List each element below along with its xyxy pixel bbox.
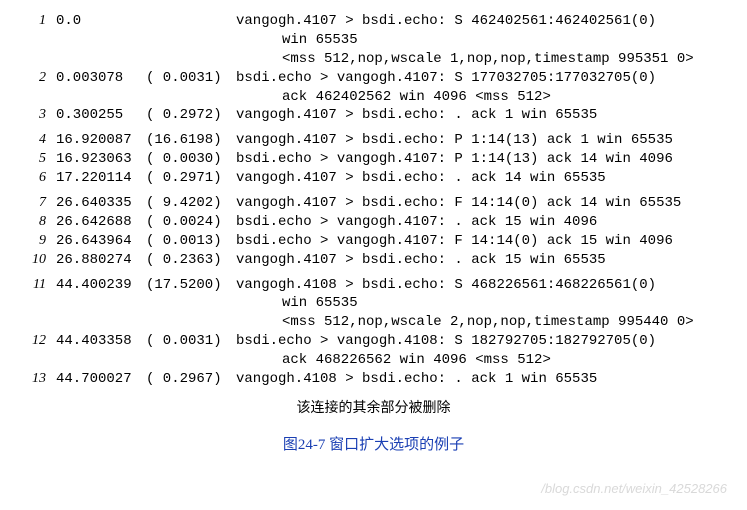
timestamp: 16.920087 [46,131,146,150]
note-text: 该连接的其余部分被删除 [20,397,727,417]
packet-text-cont: win 65535 [236,31,727,50]
packet-text-cont: ack 462402562 win 4096 <mss 512> [236,88,727,107]
trace-row: 516.923063( 0.0030)bsdi.echo > vangogh.4… [20,150,727,169]
delta-time: ( 0.2972) [146,106,236,125]
line-number: 3 [20,106,46,125]
line-number: 7 [20,194,46,213]
timestamp: 44.400239 [46,276,146,295]
trace-row: 826.642688( 0.0024)bsdi.echo > vangogh.4… [20,213,727,232]
delta-time: ( 9.4202) [146,194,236,213]
timestamp: 26.640335 [46,194,146,213]
delta-time: ( 0.2363) [146,251,236,270]
trace-row: 10.0 vangogh.4107 > bsdi.echo: S 46240256… [20,12,727,31]
packet-text: vangogh.4107 > bsdi.echo: F 14:14(0) ack… [236,194,727,213]
line-number: 12 [20,332,46,351]
delta-time: ( 0.0013) [146,232,236,251]
line-number: 4 [20,131,46,150]
trace-row-continuation: win 65535 [20,294,727,313]
packet-text: bsdi.echo > vangogh.4107: P 1:14(13) ack… [236,150,727,169]
trace-row-continuation: ack 462402562 win 4096 <mss 512> [20,88,727,107]
delta-time: ( 0.2971) [146,169,236,188]
trace-row-continuation: ack 468226562 win 4096 <mss 512> [20,351,727,370]
trace-row: 726.640335( 9.4202)vangogh.4107 > bsdi.e… [20,194,727,213]
trace-row-continuation: <mss 512,nop,wscale 1,nop,nop,timestamp … [20,50,727,69]
packet-text-cont: ack 468226562 win 4096 <mss 512> [236,351,727,370]
packet-text: vangogh.4107 > bsdi.echo: P 1:14(13) ack… [236,131,727,150]
trace-row: 1244.403358( 0.0031)bsdi.echo > vangogh.… [20,332,727,351]
timestamp: 26.880274 [46,251,146,270]
trace-row: 416.920087(16.6198)vangogh.4107 > bsdi.e… [20,131,727,150]
packet-text: vangogh.4108 > bsdi.echo: S 468226561:46… [236,276,727,295]
line-number: 10 [20,251,46,270]
packet-text: vangogh.4107 > bsdi.echo: S 462402561:46… [236,12,727,31]
delta-time: ( 0.0024) [146,213,236,232]
line-number: 13 [20,370,46,389]
timestamp: 26.642688 [46,213,146,232]
trace-row: 926.643964( 0.0013)bsdi.echo > vangogh.4… [20,232,727,251]
figure-caption: 图24-7 窗口扩大选项的例子 [20,433,727,454]
packet-text: vangogh.4107 > bsdi.echo: . ack 15 win 6… [236,251,727,270]
timestamp: 0.300255 [46,106,146,125]
delta-time: ( 0.0030) [146,150,236,169]
line-number: 1 [20,12,46,31]
delta-time: ( 0.0031) [146,69,236,88]
timestamp: 44.403358 [46,332,146,351]
trace-row-continuation: win 65535 [20,31,727,50]
timestamp: 0.003078 [46,69,146,88]
delta-time: (17.5200) [146,276,236,295]
line-number: 5 [20,150,46,169]
trace-row: 20.003078( 0.0031)bsdi.echo > vangogh.41… [20,69,727,88]
timestamp: 26.643964 [46,232,146,251]
packet-text: vangogh.4107 > bsdi.echo: . ack 14 win 6… [236,169,727,188]
packet-text: vangogh.4108 > bsdi.echo: . ack 1 win 65… [236,370,727,389]
trace-row: 617.220114( 0.2971)vangogh.4107 > bsdi.e… [20,169,727,188]
packet-trace-listing: 10.0 vangogh.4107 > bsdi.echo: S 46240256… [20,12,727,389]
line-number: 11 [20,276,46,295]
trace-row: 30.300255( 0.2972)vangogh.4107 > bsdi.ec… [20,106,727,125]
line-number: 6 [20,169,46,188]
trace-row: 1026.880274( 0.2363)vangogh.4107 > bsdi.… [20,251,727,270]
timestamp: 0.0 [46,12,146,31]
line-number: 9 [20,232,46,251]
packet-text-cont: <mss 512,nop,wscale 2,nop,nop,timestamp … [236,313,727,332]
packet-text: vangogh.4107 > bsdi.echo: . ack 1 win 65… [236,106,727,125]
timestamp: 44.700027 [46,370,146,389]
packet-text-cont: <mss 512,nop,wscale 1,nop,nop,timestamp … [236,50,727,69]
trace-row: 1144.400239(17.5200)vangogh.4108 > bsdi.… [20,276,727,295]
trace-row-continuation: <mss 512,nop,wscale 2,nop,nop,timestamp … [20,313,727,332]
packet-text: bsdi.echo > vangogh.4107: . ack 15 win 4… [236,213,727,232]
line-number: 8 [20,213,46,232]
delta-time: ( 0.0031) [146,332,236,351]
delta-time: ( 0.2967) [146,370,236,389]
watermark-text: /blog.csdn.net/weixin_42528266 [541,481,727,496]
packet-text-cont: win 65535 [236,294,727,313]
trace-row: 1344.700027( 0.2967)vangogh.4108 > bsdi.… [20,370,727,389]
packet-text: bsdi.echo > vangogh.4107: S 177032705:17… [236,69,727,88]
packet-text: bsdi.echo > vangogh.4108: S 182792705:18… [236,332,727,351]
delta-time: (16.6198) [146,131,236,150]
packet-text: bsdi.echo > vangogh.4107: F 14:14(0) ack… [236,232,727,251]
line-number: 2 [20,69,46,88]
timestamp: 16.923063 [46,150,146,169]
timestamp: 17.220114 [46,169,146,188]
